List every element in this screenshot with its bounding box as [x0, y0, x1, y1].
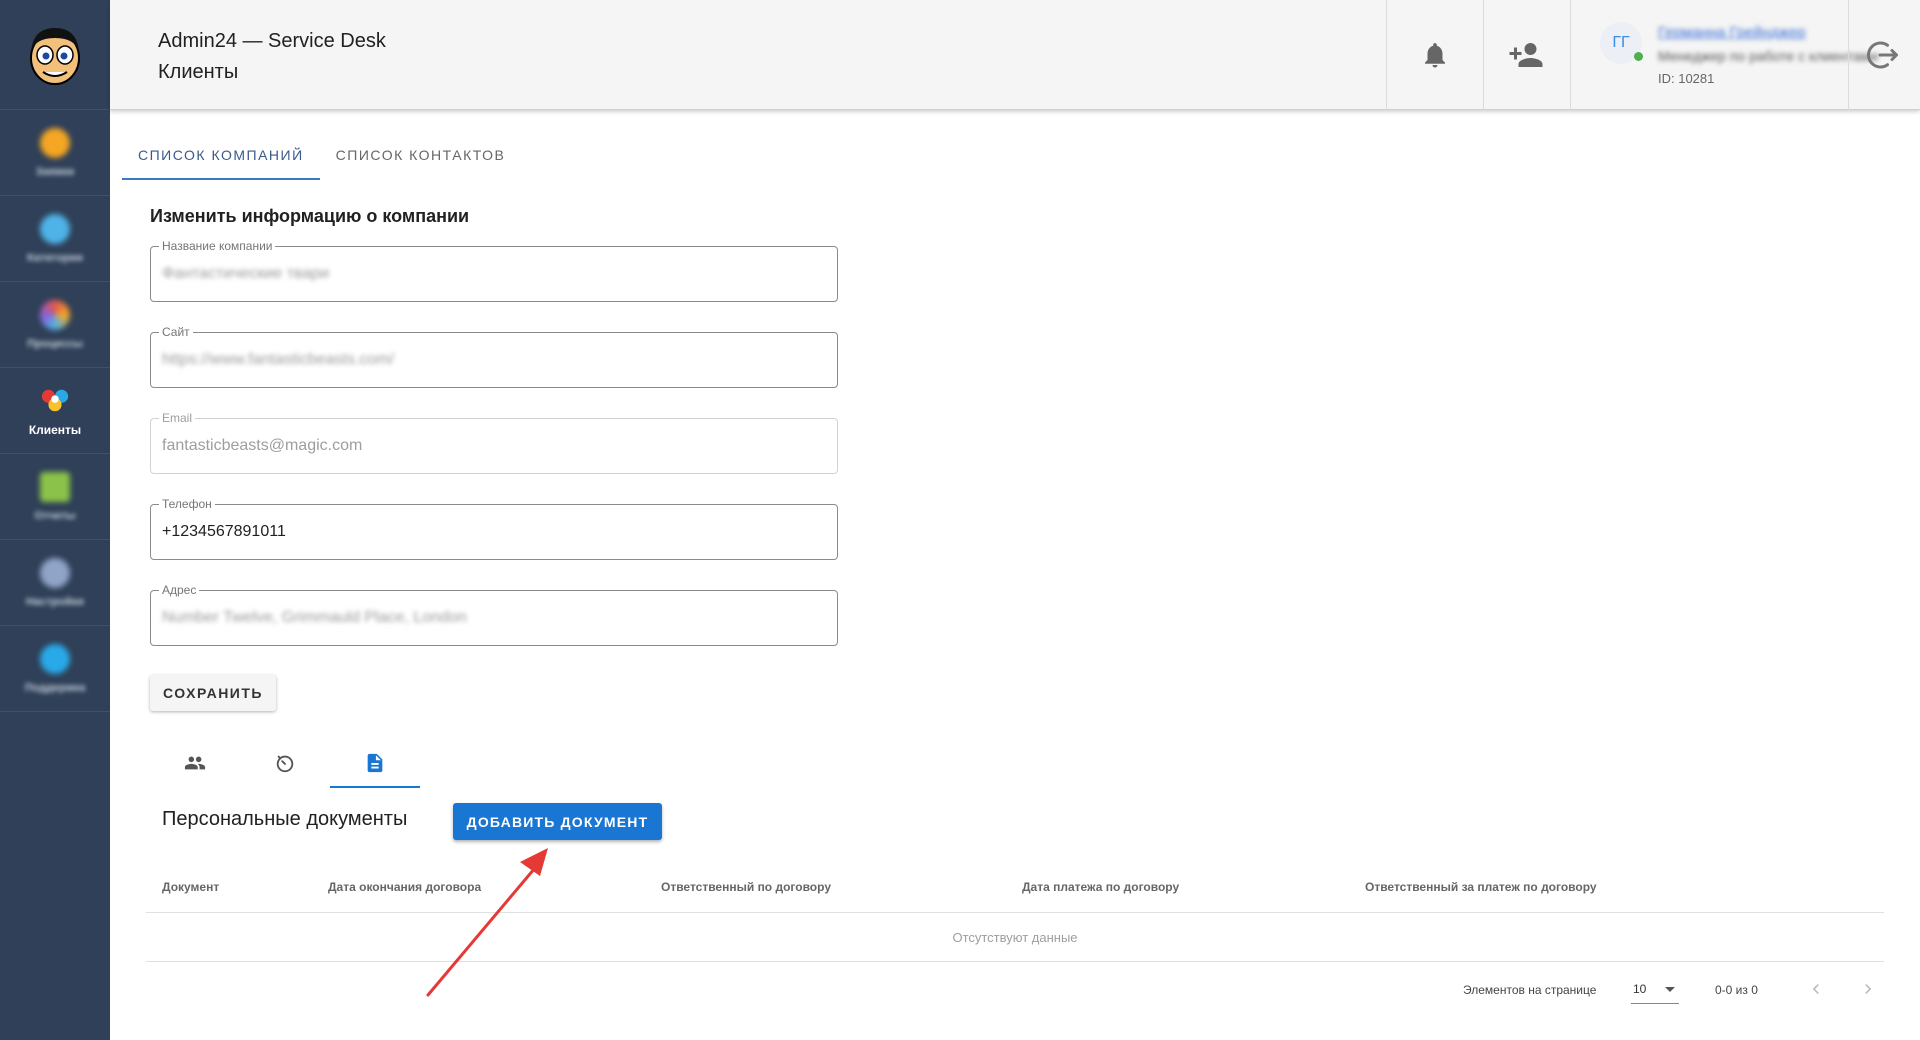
- sidebar-item-processes[interactable]: Процессы: [0, 282, 110, 368]
- save-button[interactable]: СОХРАНИТЬ: [150, 675, 276, 711]
- field-label: Сайт: [159, 325, 193, 339]
- logout-icon: [1867, 41, 1898, 69]
- page-title: Клиенты: [158, 61, 239, 83]
- settings-icon: [40, 557, 70, 588]
- tab-documents[interactable]: [330, 738, 420, 788]
- header-divider: [1386, 0, 1387, 110]
- field-value: https://www.fantasticbeasts.com/: [162, 351, 395, 368]
- table-header: Документ Дата окончания договора Ответст…: [146, 862, 1884, 913]
- sidebar-item-clients[interactable]: Клиенты: [0, 368, 110, 454]
- address-field[interactable]: Адрес Number Twelve, Grimmauld Place, Lo…: [150, 583, 838, 646]
- previous-page-button[interactable]: [1804, 977, 1828, 1001]
- caret-down-icon: [1665, 987, 1675, 992]
- sidebar-item-settings[interactable]: Настройки: [0, 540, 110, 626]
- documents-table: Документ Дата окончания договора Ответст…: [146, 862, 1884, 962]
- sidebar-item-label: Отчеты: [34, 509, 76, 522]
- tab-contacts[interactable]: [150, 738, 240, 788]
- tab-history[interactable]: [240, 738, 330, 788]
- rows-per-page-select[interactable]: 10: [1631, 974, 1679, 1004]
- field-label: Телефон: [159, 497, 215, 511]
- main-content: СПИСОК КОМПАНИЙ СПИСОК КОНТАКТОВ Изменит…: [110, 110, 1920, 1040]
- column-header-contract-end-date[interactable]: Дата окончания договора: [328, 880, 481, 894]
- chevron-right-icon: [1865, 984, 1872, 994]
- people-icon: [184, 756, 206, 770]
- person-add-icon: [1509, 43, 1543, 67]
- header-titles: Admin24 — Service Desk Клиенты: [158, 28, 386, 86]
- website-field[interactable]: Сайт https://www.fantasticbeasts.com/: [150, 325, 838, 388]
- user-profile[interactable]: ГГ Германна Грейнджер Менеджер по работе…: [1600, 22, 1878, 92]
- column-header-payment-date[interactable]: Дата платежа по договору: [1022, 880, 1179, 894]
- detail-tab-bar: [150, 738, 420, 788]
- support-icon: [40, 643, 70, 674]
- sidebar-item-label: Настройки: [25, 595, 85, 608]
- header-divider: [1483, 0, 1484, 110]
- sidebar-item-label: Категории: [27, 251, 83, 264]
- documents-title: Персональные документы: [162, 808, 408, 830]
- sidebar-item-tickets[interactable]: Заявки: [0, 110, 110, 196]
- logout-button[interactable]: [1858, 30, 1908, 80]
- categories-icon: [40, 213, 70, 244]
- header-divider: [1848, 0, 1849, 110]
- email-field: Email fantasticbeasts@magic.com: [150, 411, 838, 474]
- tab-companies-list[interactable]: СПИСОК КОМПАНИЙ: [122, 130, 320, 180]
- add-user-button[interactable]: [1501, 30, 1551, 80]
- tickets-icon: [40, 127, 70, 158]
- sidebar: Заявки Категории Процессы Клиенты Отчеты…: [0, 0, 110, 1040]
- field-value: Number Twelve, Grimmauld Place, London: [162, 609, 467, 626]
- user-name-link[interactable]: Германна Грейнджер: [1658, 24, 1806, 41]
- user-id: ID: 10281: [1658, 71, 1715, 86]
- sidebar-item-categories[interactable]: Категории: [0, 196, 110, 282]
- rows-per-page-value: 10: [1633, 982, 1647, 996]
- sidebar-item-label: Клиенты: [28, 422, 82, 437]
- online-status-indicator: [1634, 52, 1643, 61]
- rows-per-page-label: Элементов на странице: [1463, 983, 1597, 997]
- sidebar-item-label: Заявки: [35, 165, 75, 178]
- header-divider: [1570, 0, 1571, 110]
- phone-field[interactable]: Телефон +1234567891011: [150, 497, 838, 560]
- empty-table-row: Отсутствуют данные: [146, 913, 1884, 962]
- sidebar-item-reports[interactable]: Отчеты: [0, 454, 110, 540]
- sidebar-item-support[interactable]: Поддержка: [0, 626, 110, 712]
- pagination: Элементов на странице 10 0-0 из 0: [110, 970, 1920, 1010]
- sidebar-item-label: Процессы: [27, 337, 83, 350]
- sidebar-item-label: Поддержка: [24, 681, 86, 694]
- field-value: fantasticbeasts@magic.com: [162, 437, 363, 454]
- section-title: Изменить информацию о компании: [150, 206, 470, 226]
- clients-icon: [41, 389, 69, 411]
- app-logo[interactable]: [0, 0, 110, 110]
- add-document-button[interactable]: ДОБАВИТЬ ДОКУМЕНТ: [453, 803, 662, 840]
- avatar-face-icon: [30, 27, 80, 85]
- company-name-field[interactable]: Название компании Фантастические твари: [150, 239, 838, 302]
- document-icon: [367, 753, 383, 773]
- history-icon: [276, 755, 294, 773]
- column-header-document[interactable]: Документ: [162, 880, 219, 894]
- chevron-left-icon: [1812, 984, 1819, 994]
- column-header-payment-responsible[interactable]: Ответственный за платеж по договору: [1365, 880, 1597, 894]
- field-value: +1234567891011: [162, 523, 286, 540]
- reports-icon: [40, 471, 70, 502]
- top-header: Admin24 — Service Desk Клиенты ГГ Герман…: [110, 0, 1920, 110]
- tab-contacts-list[interactable]: СПИСОК КОНТАКТОВ: [320, 130, 522, 180]
- field-label: Email: [159, 411, 196, 425]
- tab-bar: СПИСОК КОМПАНИЙ СПИСОК КОНТАКТОВ: [122, 130, 521, 180]
- processes-icon: [40, 299, 70, 330]
- field-label: Название компании: [159, 239, 276, 253]
- pagination-range: 0-0 из 0: [1715, 983, 1758, 997]
- app-title: Admin24 — Service Desk: [158, 30, 386, 52]
- field-value: Фантастические твари: [162, 265, 330, 282]
- next-page-button[interactable]: [1856, 977, 1880, 1001]
- field-label: Адрес: [159, 583, 200, 597]
- bell-icon: [1425, 43, 1445, 68]
- user-role: Менеджер по работе с клиентами: [1658, 48, 1879, 64]
- notifications-button[interactable]: [1410, 30, 1460, 80]
- column-header-contract-responsible[interactable]: Ответственный по договору: [661, 880, 831, 894]
